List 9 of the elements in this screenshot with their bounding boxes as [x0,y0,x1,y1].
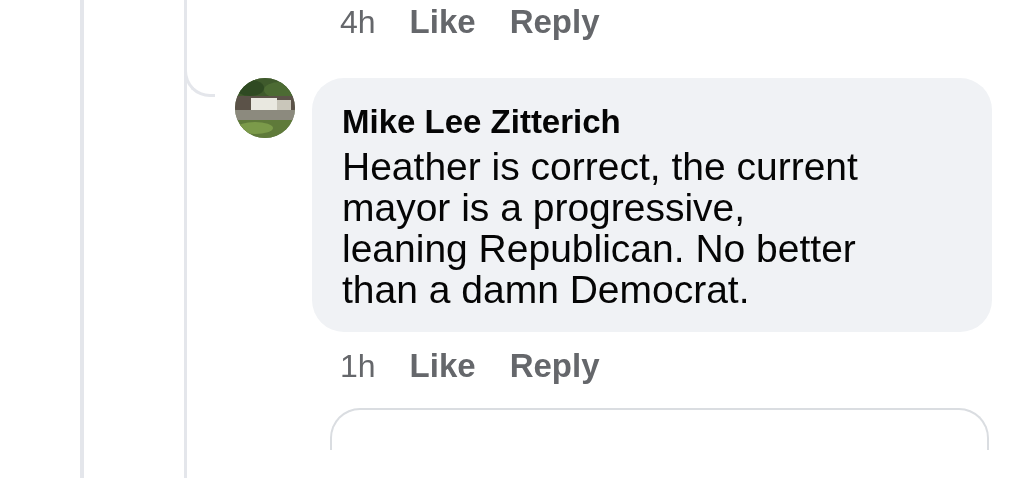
timestamp: 1h [340,347,376,385]
reply-link[interactable]: Reply [509,347,600,385]
comment-text: Heather is correct, the current mayor is a progressive, leaning Republican. No better than a damn Democrat. [342,146,859,310]
timestamp: 4h [340,3,376,41]
like-link[interactable]: Like [409,3,476,41]
author-name[interactable]: Mike Lee Zitterich [342,102,962,142]
reply-field[interactable] [330,408,989,450]
like-link[interactable]: Like [409,347,476,385]
reply-link[interactable]: Reply [509,3,600,41]
